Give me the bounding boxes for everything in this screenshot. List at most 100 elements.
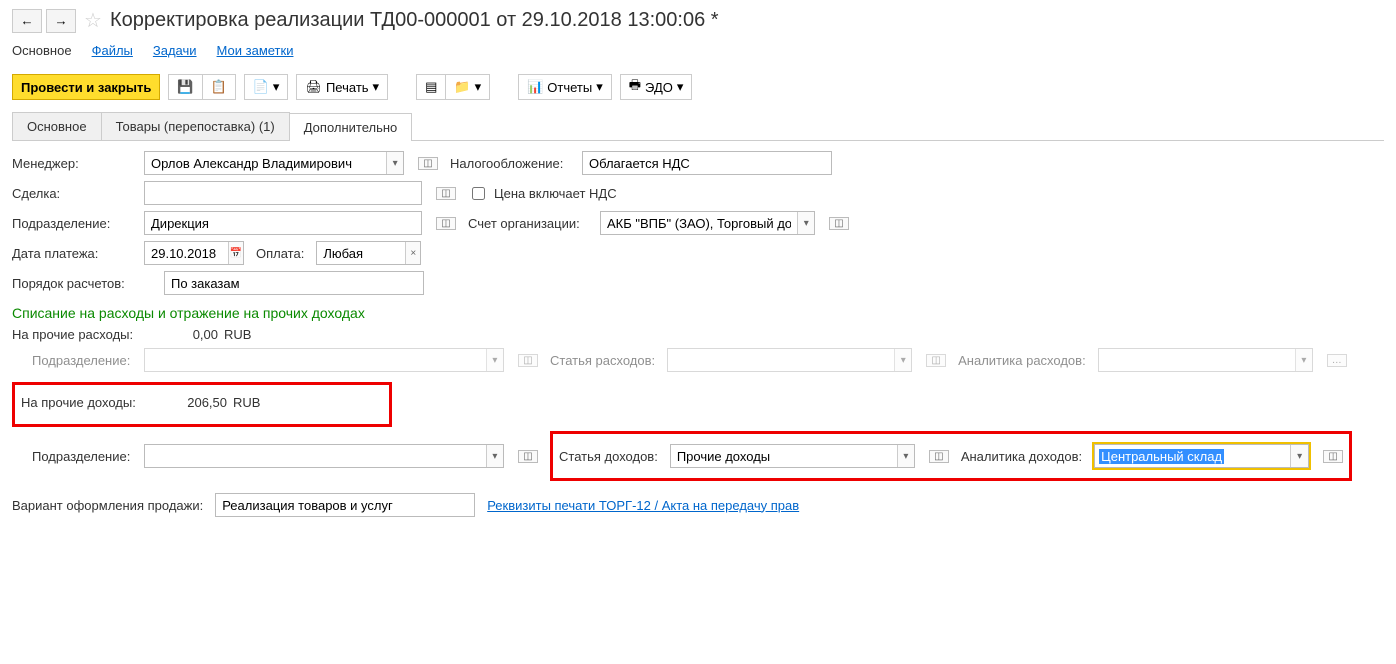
vat-included-label: Цена включает НДС [494, 186, 617, 201]
vat-included-checkbox[interactable] [472, 187, 485, 200]
variant-input-wrap [215, 493, 475, 517]
top-nav-links: Основное Файлы Задачи Мои заметки [0, 37, 1396, 68]
exp-analytics-input[interactable] [1099, 349, 1295, 371]
inc-dept-input[interactable] [145, 445, 486, 467]
manager-input-wrap: ▾ [144, 151, 404, 175]
other-income-currency: RUB [233, 395, 260, 410]
open-external-icon[interactable]: ◫ [418, 157, 438, 170]
deal-input[interactable] [145, 182, 421, 204]
paydate-label: Дата платежа: [12, 246, 132, 261]
tab-goods[interactable]: Товары (перепоставка) (1) [101, 112, 290, 140]
print-button[interactable]: 🖨 Печать ▾ [296, 74, 388, 100]
dropdown-icon[interactable]: ▾ [1295, 349, 1312, 371]
more-icon[interactable]: … [1327, 354, 1347, 367]
tax-input[interactable] [583, 152, 831, 174]
other-expenses-label: На прочие расходы: [12, 327, 152, 342]
inc-dept-label: Подразделение: [12, 449, 132, 464]
forward-button[interactable]: → [46, 9, 76, 33]
dept-input-wrap [144, 211, 422, 235]
dropdown-icon[interactable]: ▾ [486, 445, 503, 467]
config-button[interactable]: 📁 ▾ [446, 74, 490, 100]
manager-label: Менеджер: [12, 156, 132, 171]
tab-main[interactable]: Основное [12, 112, 102, 140]
post-and-close-button[interactable]: Провести и закрыть [12, 74, 160, 100]
account-input-wrap: ▾ [600, 211, 815, 235]
inc-item-input-wrap: ▾ [670, 444, 915, 468]
save-icon: 💾 [177, 79, 193, 95]
tab-extra[interactable]: Дополнительно [289, 113, 413, 141]
toolbar: Провести и закрыть 💾 📋 📄 ▾ 🖨 Печать ▾ ▤ … [0, 68, 1396, 106]
exp-item-input[interactable] [668, 349, 894, 371]
open-external-icon[interactable]: ◫ [436, 217, 456, 230]
topnav-files[interactable]: Файлы [92, 43, 133, 58]
basedoc-icon: 📄 [253, 79, 269, 95]
tax-input-wrap [582, 151, 832, 175]
account-label: Счет организации: [468, 216, 588, 231]
clear-icon[interactable]: × [405, 242, 420, 264]
inc-item-input[interactable] [671, 445, 897, 467]
order-input[interactable] [165, 272, 423, 294]
basedoc-button[interactable]: 📄 ▾ [244, 74, 289, 100]
exp-dept-input[interactable] [145, 349, 486, 371]
other-income-value: 206,50 [167, 395, 227, 410]
order-label: Порядок расчетов: [12, 276, 152, 291]
edo-button[interactable]: 🖶 ЭДО ▾ [620, 74, 693, 100]
list-button[interactable]: ▤ [416, 74, 446, 100]
deal-input-wrap [144, 181, 422, 205]
dropdown-icon[interactable]: ▾ [1290, 445, 1308, 467]
dept-label: Подразделение: [12, 216, 132, 231]
list-icon: ▤ [425, 79, 437, 95]
payment-label: Оплата: [256, 246, 304, 261]
inc-analytics-input-wrap: Центральный склад ▾ [1094, 444, 1309, 468]
open-external-icon[interactable]: ◫ [518, 354, 538, 367]
exp-dept-label: Подразделение: [12, 353, 132, 368]
dropdown-icon[interactable]: ▾ [386, 152, 403, 174]
edo-icon: 🖶 [629, 76, 641, 98]
variant-input[interactable] [216, 494, 474, 516]
dropdown-icon[interactable]: ▾ [894, 349, 911, 371]
open-external-icon[interactable]: ◫ [1323, 450, 1343, 463]
open-external-icon[interactable]: ◫ [929, 450, 949, 463]
inc-analytics-label: Аналитика доходов: [961, 449, 1082, 464]
exp-item-input-wrap: ▾ [667, 348, 912, 372]
topnav-tasks[interactable]: Задачи [153, 43, 197, 58]
save-button[interactable]: 💾 [168, 74, 202, 100]
open-external-icon[interactable]: ◫ [436, 187, 456, 200]
back-button[interactable]: ← [12, 9, 42, 33]
inc-analytics-input[interactable]: Центральный склад [1095, 449, 1228, 464]
inc-dept-input-wrap: ▾ [144, 444, 504, 468]
open-external-icon[interactable]: ◫ [926, 354, 946, 367]
manager-input[interactable] [145, 152, 386, 174]
dropdown-icon[interactable]: ▾ [897, 445, 914, 467]
form-tabs: Основное Товары (перепоставка) (1) Допол… [12, 112, 1384, 141]
open-external-icon[interactable]: ◫ [518, 450, 538, 463]
reports-button[interactable]: 📊 Отчеты ▾ [518, 74, 612, 100]
exp-analytics-label: Аналитика расходов: [958, 353, 1086, 368]
paydate-input[interactable] [145, 242, 228, 264]
deal-label: Сделка: [12, 186, 132, 201]
section-title: Списание на расходы и отражение на прочи… [12, 305, 1384, 321]
printer-icon: 🖨 [305, 79, 322, 95]
dept-input[interactable] [145, 212, 421, 234]
arrow-left-icon: ← [20, 13, 33, 28]
post-button[interactable]: 📋 [203, 74, 236, 100]
dropdown-icon[interactable]: ▾ [486, 349, 503, 371]
topnav-notes[interactable]: Мои заметки [217, 43, 294, 58]
exp-item-label: Статья расходов: [550, 353, 655, 368]
arrow-right-icon: → [54, 13, 67, 28]
dropdown-icon[interactable]: ▾ [797, 212, 814, 234]
variant-label: Вариант оформления продажи: [12, 498, 203, 513]
account-input[interactable] [601, 212, 797, 234]
post-icon: 📋 [211, 79, 227, 95]
tax-label: Налогообложение: [450, 156, 570, 171]
paydate-input-wrap: 📅 [144, 241, 244, 265]
open-external-icon[interactable]: ◫ [829, 217, 849, 230]
topnav-main[interactable]: Основное [12, 43, 72, 58]
inc-item-label: Статья доходов: [559, 449, 658, 464]
payment-input[interactable] [317, 242, 405, 264]
exp-analytics-input-wrap: ▾ [1098, 348, 1313, 372]
favorite-star-icon[interactable]: ☆ [84, 8, 102, 33]
exp-dept-input-wrap: ▾ [144, 348, 504, 372]
requisites-link[interactable]: Реквизиты печати ТОРГ-12 / Акта на перед… [487, 498, 799, 513]
calendar-icon[interactable]: 📅 [228, 242, 243, 264]
